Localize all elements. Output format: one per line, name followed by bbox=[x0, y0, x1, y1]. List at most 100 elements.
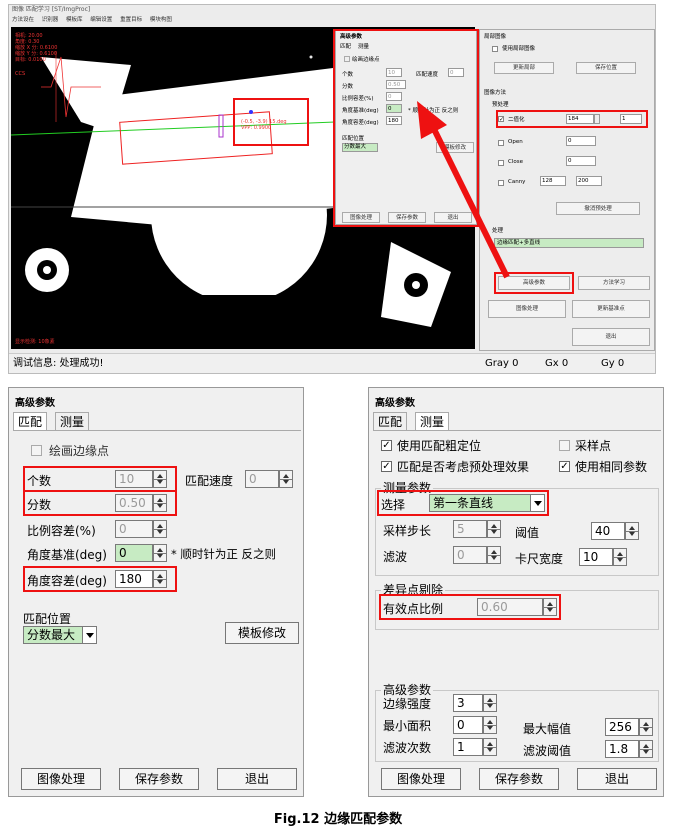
angle-direction-note: * 顺时针为正 反之则 bbox=[171, 547, 277, 561]
filter-thresh-input[interactable]: 1.8 bbox=[605, 740, 639, 758]
update-local-button[interactable]: 更新局部 bbox=[494, 62, 554, 74]
min-area-spinner[interactable] bbox=[483, 716, 497, 734]
overlay-info: 相机: 20.00 角度: 0.30 缩放 X 分: 0.6100 缩放 Y 分… bbox=[15, 33, 57, 63]
status-message: 调试信息: 处理成功! bbox=[13, 358, 104, 369]
exit-button[interactable]: 退出 bbox=[577, 768, 657, 790]
update-base-button[interactable]: 更新基准点 bbox=[572, 300, 650, 318]
angle-base-input[interactable]: 0 bbox=[115, 544, 153, 562]
method-learn-button[interactable]: 方法学习 bbox=[578, 276, 650, 290]
min-area-input[interactable]: 0 bbox=[453, 716, 483, 734]
sample-point-label: 采样点 bbox=[575, 439, 612, 453]
filter-spinner[interactable] bbox=[487, 546, 501, 564]
highlight-count bbox=[23, 466, 177, 492]
status-gy: Gy 0 bbox=[601, 358, 625, 369]
menu-item[interactable]: 方法设在 bbox=[12, 17, 34, 23]
highlight-score bbox=[23, 490, 177, 516]
step-spinner[interactable] bbox=[487, 520, 501, 538]
dialog-title: 高级参数 bbox=[15, 398, 55, 409]
canny-value2[interactable]: 200 bbox=[576, 176, 602, 186]
menu-item[interactable]: 模板库 bbox=[66, 17, 83, 23]
filter-input[interactable]: 0 bbox=[453, 546, 487, 564]
caliper-spinner[interactable] bbox=[613, 548, 627, 566]
status-gx: Gx 0 bbox=[545, 358, 569, 369]
draw-edge-label: 绘画边缘点 bbox=[49, 444, 110, 458]
template-edit-button[interactable]: 模板修改 bbox=[225, 622, 299, 644]
tab-match[interactable]: 匹配 bbox=[373, 412, 408, 430]
filter-times-input[interactable]: 1 bbox=[453, 738, 483, 756]
window-title: 图像 匹配学习 [ST/ImgProc] bbox=[12, 6, 91, 13]
threshold-spinner[interactable] bbox=[625, 522, 639, 540]
filter-times-label: 滤波次数 bbox=[383, 741, 432, 755]
max-amp-spinner[interactable] bbox=[639, 718, 653, 736]
menu-item[interactable]: 模块构图 bbox=[150, 17, 172, 23]
cancel-preprocess-button[interactable]: 撤消预处理 bbox=[556, 202, 640, 215]
save-position-button[interactable]: 保存位置 bbox=[576, 62, 636, 74]
threshold-label: 阈值 bbox=[515, 526, 540, 540]
ratio-label: 比例容差(%) bbox=[27, 524, 96, 538]
speed-input[interactable]: 0 bbox=[245, 470, 279, 488]
preprocess-effect-checkbox[interactable]: ✓ bbox=[381, 461, 392, 472]
overlay-bottom: 显示检测: 10象素 bbox=[15, 339, 55, 345]
highlight-select bbox=[377, 490, 549, 516]
figure-caption: Fig.12 边缘匹配参数 bbox=[273, 812, 403, 827]
tab-measure[interactable]: 测量 bbox=[55, 412, 90, 430]
threshold-input[interactable]: 40 bbox=[591, 522, 625, 540]
caliper-label: 卡尺宽度 bbox=[515, 552, 564, 566]
filter-thresh-label: 滤波阈值 bbox=[523, 744, 572, 758]
image-process-button[interactable]: 图像处理 bbox=[381, 768, 461, 790]
edge-strength-spinner[interactable] bbox=[483, 694, 497, 712]
speed-label: 匹配速度 bbox=[185, 474, 234, 488]
open-value[interactable]: 0 bbox=[566, 136, 596, 146]
filter-label: 滤波 bbox=[383, 550, 408, 564]
speed-spinner[interactable] bbox=[279, 470, 293, 488]
use-local-label: 使用局部图像 bbox=[502, 46, 536, 52]
tab-divider bbox=[373, 430, 661, 431]
image-process-button[interactable]: 图像处理 bbox=[488, 300, 566, 318]
caliper-input[interactable]: 10 bbox=[579, 548, 613, 566]
red-arrow-icon bbox=[417, 101, 510, 279]
step-label: 采样步长 bbox=[383, 524, 432, 538]
angle-base-label: 角度基准(deg) bbox=[27, 548, 107, 562]
save-params-button[interactable]: 保存参数 bbox=[119, 768, 199, 790]
tab-match[interactable]: 匹配 bbox=[13, 412, 48, 430]
ratio-spinner[interactable] bbox=[153, 520, 167, 538]
chevron-down-icon bbox=[82, 627, 96, 643]
menu-item[interactable]: 识别器 bbox=[42, 17, 59, 23]
filter-thresh-spinner[interactable] bbox=[639, 740, 653, 758]
match-pos-label: 匹配位置 bbox=[23, 612, 72, 626]
max-amp-label: 最大幅值 bbox=[523, 722, 572, 736]
dialog-title: 高级参数 bbox=[375, 398, 415, 409]
overlay-line: 目标: 0.0100 bbox=[15, 57, 46, 63]
draw-edge-checkbox[interactable] bbox=[31, 445, 42, 456]
status-bar: 调试信息: 处理成功! Gray 0 Gx 0 Gy 0 bbox=[9, 353, 655, 373]
advanced-dialog-match: 高级参数 匹配 测量 绘画边缘点 个数 10 匹配速度 0 分数 0.50 比例… bbox=[8, 387, 304, 797]
save-params-button[interactable]: 保存参数 bbox=[479, 768, 559, 790]
min-area-label: 最小面积 bbox=[383, 719, 432, 733]
sample-point-checkbox[interactable] bbox=[559, 440, 570, 451]
menu-bar: 方法设在 识别器 模板库 编辑设置 重置目标 模块构图 bbox=[9, 15, 655, 25]
filter-times-spinner[interactable] bbox=[483, 738, 497, 756]
match-pos-value: 分数最大 bbox=[27, 628, 76, 642]
same-params-label: 使用相同参数 bbox=[575, 460, 648, 474]
image-process-button[interactable]: 图像处理 bbox=[21, 768, 101, 790]
coarse-locate-checkbox[interactable]: ✓ bbox=[381, 440, 392, 451]
menu-item[interactable]: 编辑设置 bbox=[90, 17, 112, 23]
edge-strength-input[interactable]: 3 bbox=[453, 694, 483, 712]
menu-item[interactable]: 重置目标 bbox=[120, 17, 142, 23]
highlight-match-result bbox=[233, 98, 309, 146]
use-local-checkbox[interactable] bbox=[492, 46, 498, 52]
max-amp-input[interactable]: 256 bbox=[605, 718, 639, 736]
exit-button[interactable]: 退出 bbox=[572, 328, 650, 346]
angle-base-spinner[interactable] bbox=[153, 544, 167, 562]
highlight-angle-tol bbox=[23, 566, 177, 592]
edge-strength-label: 边缘强度 bbox=[383, 697, 432, 711]
match-pos-select[interactable]: 分数最大 bbox=[23, 626, 97, 644]
same-params-checkbox[interactable]: ✓ bbox=[559, 461, 570, 472]
advanced-dialog-measure: 高级参数 匹配 测量 ✓ 使用匹配粗定位 采样点 ✓ 匹配是否考虑预处理效果 ✓… bbox=[368, 387, 664, 797]
canny-value1[interactable]: 128 bbox=[540, 176, 566, 186]
step-input[interactable]: 5 bbox=[453, 520, 487, 538]
exit-button[interactable]: 退出 bbox=[217, 768, 297, 790]
close-value[interactable]: 0 bbox=[566, 156, 596, 166]
ratio-input[interactable]: 0 bbox=[115, 520, 153, 538]
tab-measure[interactable]: 测量 bbox=[415, 412, 450, 430]
